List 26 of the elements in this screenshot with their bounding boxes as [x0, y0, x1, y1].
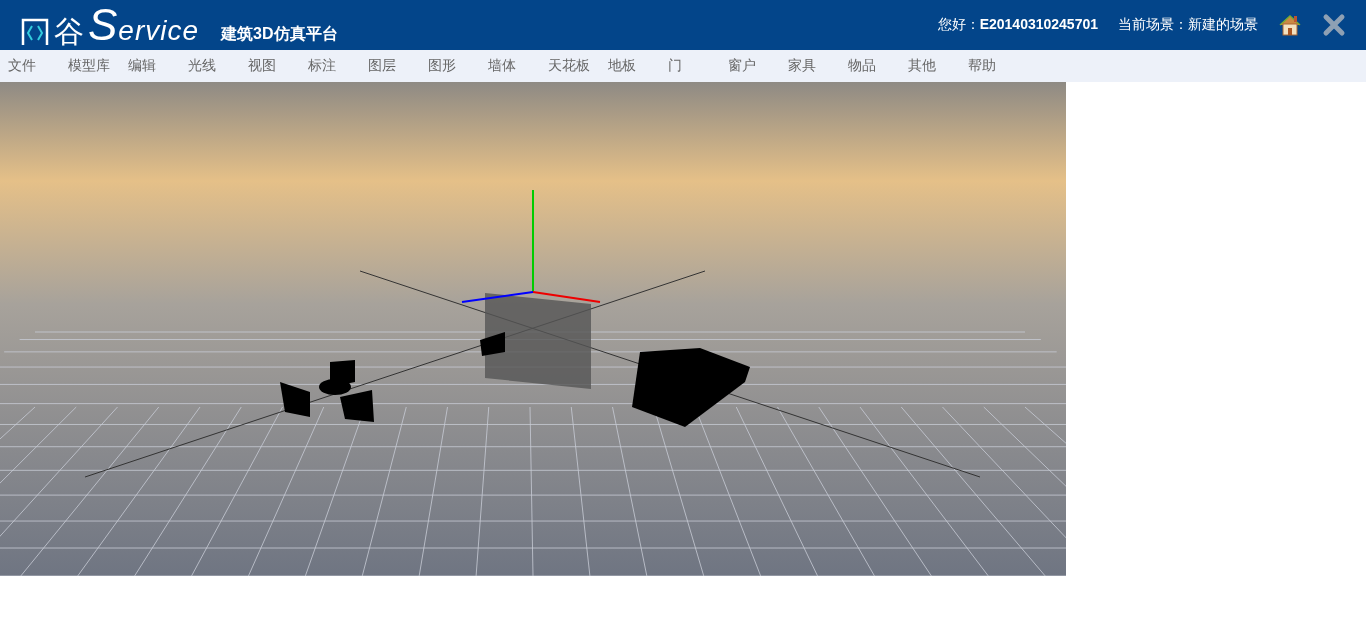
menu-item[interactable]: 窗户 — [728, 57, 788, 75]
menu-item[interactable]: 家具 — [788, 57, 848, 75]
logo-text: 谷 — [54, 17, 84, 47]
menu-item[interactable]: 门 — [668, 57, 728, 75]
menu-item[interactable]: 物品 — [848, 57, 908, 75]
menu-item[interactable]: 其他 — [908, 57, 968, 75]
3d-scene-viewport-drawing[interactable] — [0, 82, 1066, 576]
logo-wordmark: Service — [88, 3, 200, 47]
menu-item[interactable]: 图形 — [428, 57, 488, 75]
menu-item[interactable]: 光线 — [188, 57, 248, 75]
menu-item[interactable]: 模型库 — [68, 57, 128, 75]
menu-item[interactable]: 图层 — [368, 57, 428, 75]
menu-item[interactable]: 视图 — [248, 57, 308, 75]
menu-item[interactable]: 帮助 — [968, 57, 1028, 75]
menu-item[interactable]: 墙体 — [488, 57, 548, 75]
logo-icon — [20, 17, 50, 47]
current-scene-text: 当前场景：新建的场景 — [1118, 16, 1258, 34]
greeting-text: 您好：E20140310245701 — [937, 16, 1098, 34]
menu-item[interactable]: 地板 — [608, 57, 668, 75]
menu-item[interactable]: 文件 — [8, 57, 68, 75]
platform-subtitle: 建筑3D仿真平台 — [221, 24, 338, 44]
menu-item[interactable]: 天花板 — [548, 57, 608, 75]
menu-item[interactable]: 编辑 — [128, 57, 188, 75]
home-icon[interactable] — [1278, 13, 1302, 37]
close-icon[interactable] — [1322, 13, 1346, 37]
menu-item[interactable]: 标注 — [308, 57, 368, 75]
